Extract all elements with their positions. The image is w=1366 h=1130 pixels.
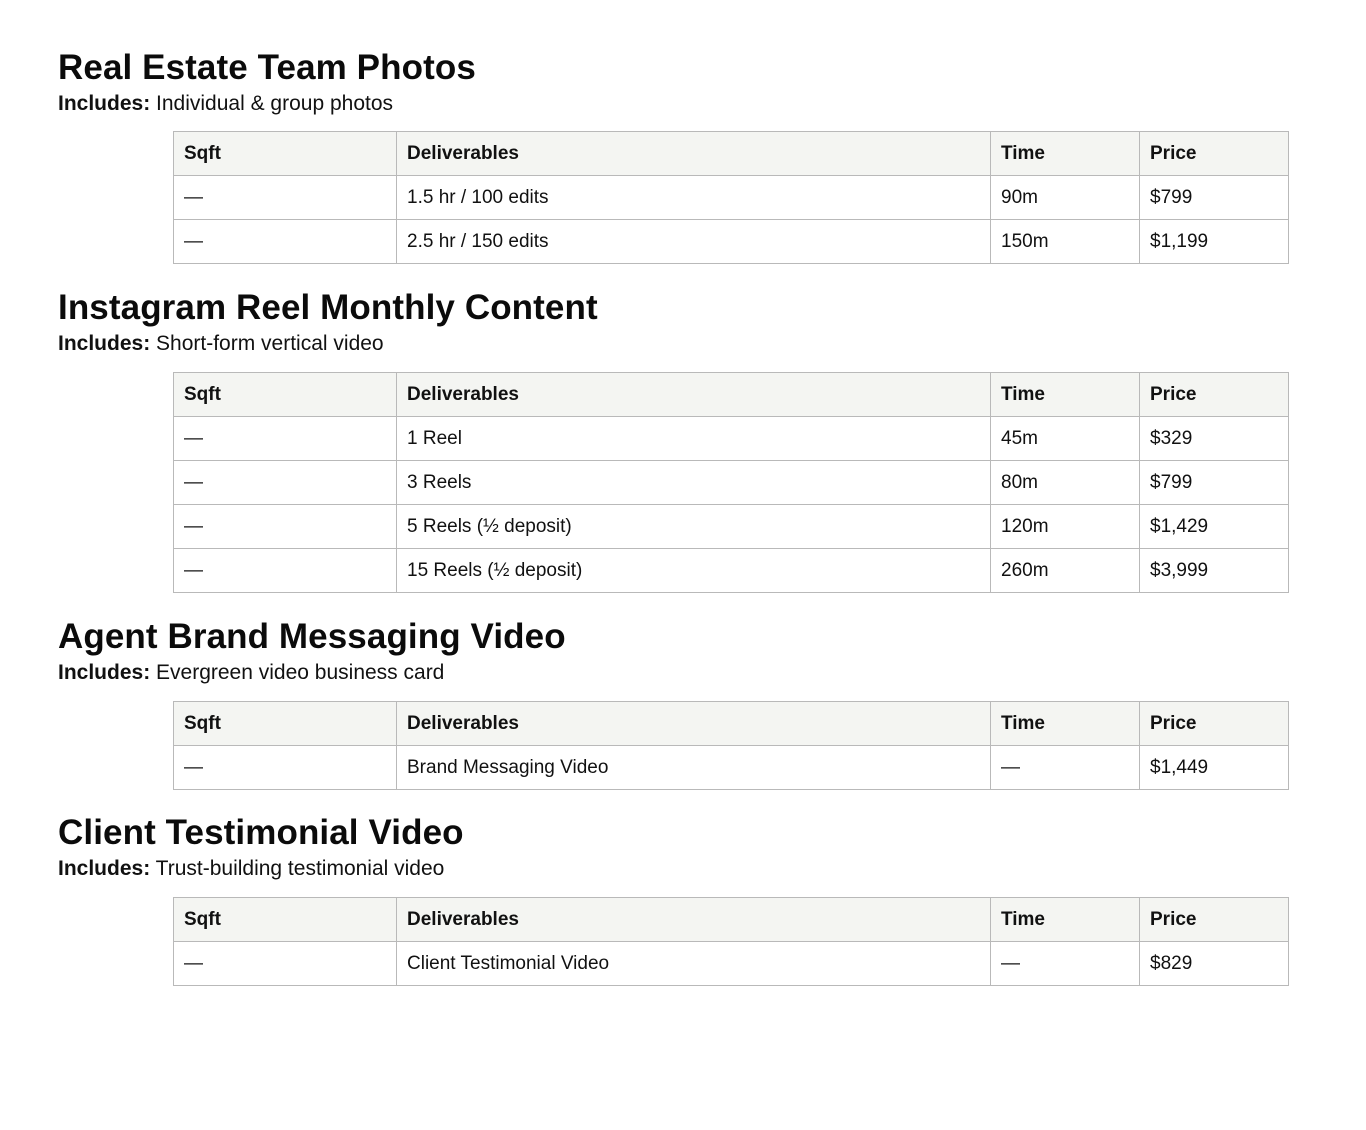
cell-time: 90m [990, 175, 1140, 220]
includes-line: Includes: Trust-building testimonial vid… [58, 856, 1288, 882]
pricing-table: Sqft Deliverables Time Price — Client Te… [173, 897, 1289, 986]
cell-deliverables: 15 Reels (½ deposit) [396, 548, 991, 593]
cell-price: $829 [1139, 941, 1289, 986]
table-row: — 1.5 hr / 100 edits 90m $799 [173, 175, 1289, 220]
header-price: Price [1139, 701, 1289, 746]
table-row: — 3 Reels 80m $799 [173, 460, 1289, 505]
table-row: — Client Testimonial Video — $829 [173, 941, 1289, 986]
table-row: — Brand Messaging Video — $1,449 [173, 745, 1289, 790]
header-time: Time [990, 131, 1140, 176]
includes-line: Includes: Individual & group photos [58, 91, 1288, 117]
cell-time: — [990, 941, 1140, 986]
table-row: — 15 Reels (½ deposit) 260m $3,999 [173, 548, 1289, 593]
section-title: Real Estate Team Photos [58, 48, 476, 87]
header-deliverables: Deliverables [396, 701, 991, 746]
cell-time: 150m [990, 219, 1140, 264]
section-title: Client Testimonial Video [58, 813, 464, 852]
includes-text: Individual & group photos [156, 92, 394, 115]
table-header-row: Sqft Deliverables Time Price [173, 897, 1289, 942]
cell-deliverables: 3 Reels [396, 460, 991, 505]
cell-time: 45m [990, 416, 1140, 461]
cell-deliverables: 2.5 hr / 150 edits [396, 219, 991, 264]
header-deliverables: Deliverables [396, 131, 991, 176]
header-time: Time [990, 372, 1140, 417]
cell-sqft: — [173, 941, 397, 986]
table-header-row: Sqft Deliverables Time Price [173, 372, 1289, 417]
includes-text: Trust-building testimonial video [155, 857, 445, 880]
pricing-table: Sqft Deliverables Time Price — Brand Mes… [173, 701, 1289, 790]
cell-price: $799 [1139, 460, 1289, 505]
header-price: Price [1139, 897, 1289, 942]
includes-label: Includes: [58, 92, 151, 115]
table-header-row: Sqft Deliverables Time Price [173, 131, 1289, 176]
includes-label: Includes: [58, 661, 151, 684]
section-title: Agent Brand Messaging Video [58, 617, 566, 656]
pricing-page: Real Estate Team Photos Includes: Indivi… [0, 0, 1366, 1130]
cell-time: — [990, 745, 1140, 790]
header-sqft: Sqft [173, 131, 397, 176]
header-sqft: Sqft [173, 897, 397, 942]
cell-deliverables: Client Testimonial Video [396, 941, 991, 986]
pricing-table: Sqft Deliverables Time Price — 1.5 hr / … [173, 131, 1289, 264]
cell-price: $1,429 [1139, 504, 1289, 549]
cell-deliverables: 1.5 hr / 100 edits [396, 175, 991, 220]
includes-line: Includes: Evergreen video business card [58, 660, 1288, 686]
cell-time: 80m [990, 460, 1140, 505]
header-sqft: Sqft [173, 372, 397, 417]
cell-sqft: — [173, 548, 397, 593]
includes-text: Evergreen video business card [156, 661, 445, 684]
cell-sqft: — [173, 416, 397, 461]
table-row: — 2.5 hr / 150 edits 150m $1,199 [173, 219, 1289, 264]
header-sqft: Sqft [173, 701, 397, 746]
cell-price: $1,199 [1139, 219, 1289, 264]
includes-label: Includes: [58, 857, 151, 880]
cell-time: 120m [990, 504, 1140, 549]
cell-time: 260m [990, 548, 1140, 593]
header-deliverables: Deliverables [396, 372, 991, 417]
pricing-table: Sqft Deliverables Time Price — 1 Reel 45… [173, 372, 1289, 593]
cell-deliverables: 5 Reels (½ deposit) [396, 504, 991, 549]
cell-price: $329 [1139, 416, 1289, 461]
cell-price: $1,449 [1139, 745, 1289, 790]
includes-label: Includes: [58, 332, 151, 355]
cell-price: $799 [1139, 175, 1289, 220]
includes-line: Includes: Short-form vertical video [58, 331, 1288, 357]
cell-sqft: — [173, 219, 397, 264]
cell-deliverables: 1 Reel [396, 416, 991, 461]
table-row: — 1 Reel 45m $329 [173, 416, 1289, 461]
section-client-testimonial-video: Client Testimonial Video Includes: Trust… [58, 813, 1289, 986]
cell-sqft: — [173, 504, 397, 549]
section-agent-brand-messaging-video: Agent Brand Messaging Video Includes: Ev… [58, 617, 1289, 790]
header-time: Time [990, 897, 1140, 942]
table-row: — 5 Reels (½ deposit) 120m $1,429 [173, 504, 1289, 549]
section-title: Instagram Reel Monthly Content [58, 288, 598, 327]
cell-price: $3,999 [1139, 548, 1289, 593]
header-deliverables: Deliverables [396, 897, 991, 942]
section-instagram-reel-monthly-content: Instagram Reel Monthly Content Includes:… [58, 288, 1289, 593]
header-price: Price [1139, 372, 1289, 417]
header-price: Price [1139, 131, 1289, 176]
includes-text: Short-form vertical video [156, 332, 384, 355]
cell-sqft: — [173, 460, 397, 505]
header-time: Time [990, 701, 1140, 746]
cell-deliverables: Brand Messaging Video [396, 745, 991, 790]
table-header-row: Sqft Deliverables Time Price [173, 701, 1289, 746]
cell-sqft: — [173, 745, 397, 790]
section-real-estate-team-photos: Real Estate Team Photos Includes: Indivi… [58, 48, 1289, 264]
cell-sqft: — [173, 175, 397, 220]
